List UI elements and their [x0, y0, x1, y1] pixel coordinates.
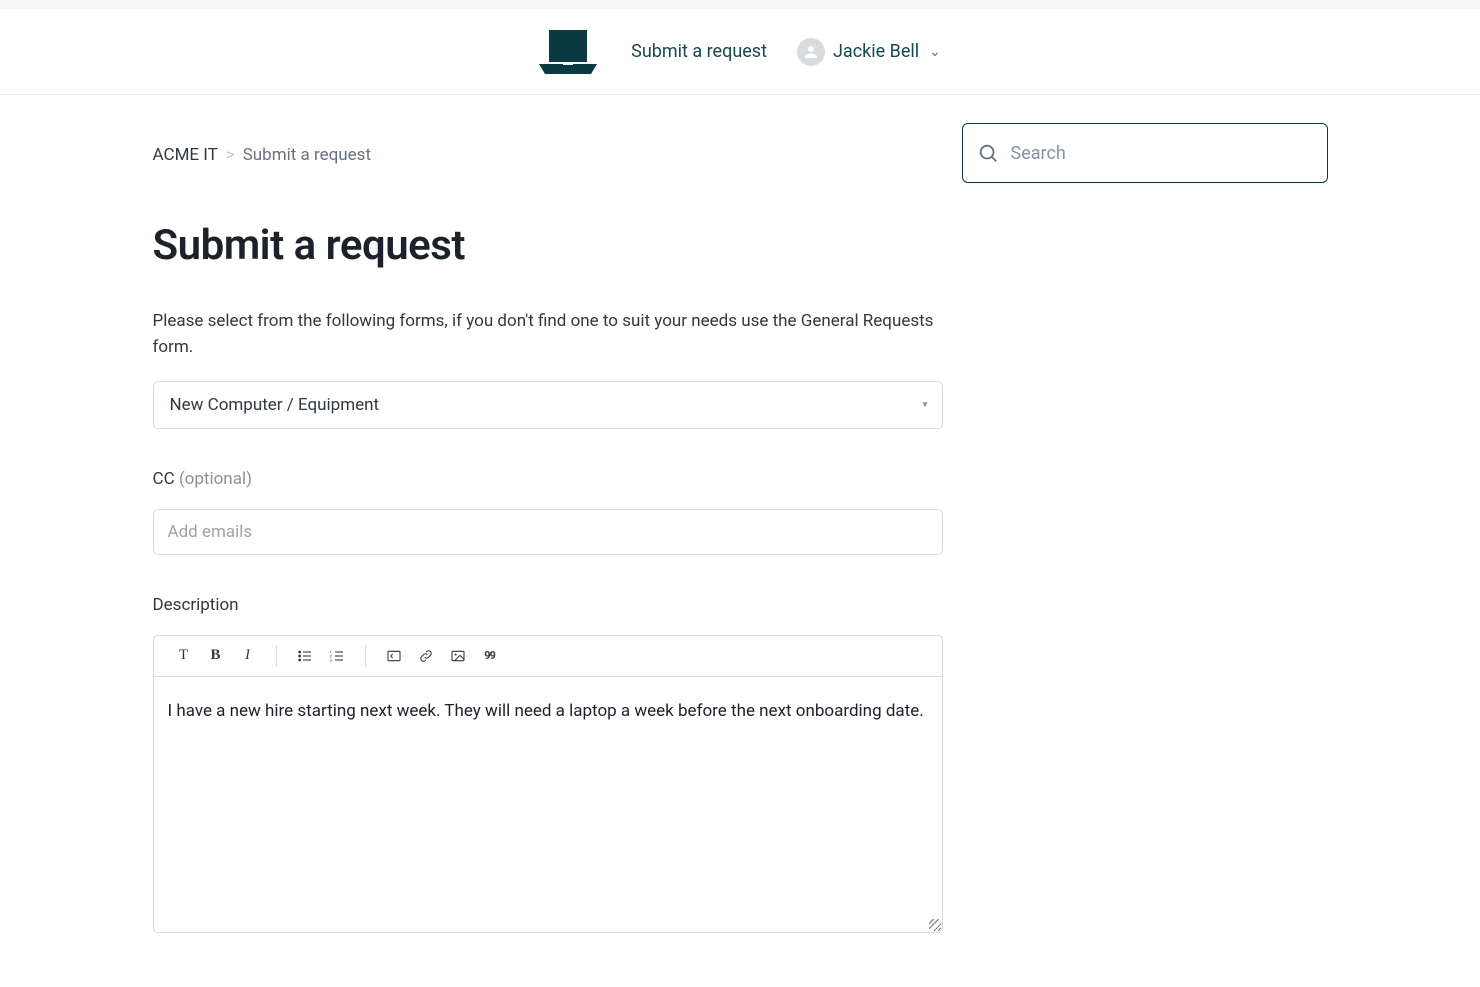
- user-menu[interactable]: Jackie Bell ⌄: [797, 38, 941, 66]
- person-icon: [802, 43, 820, 61]
- svg-text:3: 3: [329, 657, 331, 662]
- cc-optional-text: (optional): [179, 469, 252, 489]
- laptop-logo-icon: [539, 30, 597, 74]
- description-editor: T B I: [153, 635, 943, 933]
- sidebar: [962, 123, 1328, 183]
- form-type-selected-label: New Computer / Equipment: [170, 395, 380, 415]
- link-icon: [418, 648, 434, 664]
- cc-label: CC (optional): [153, 469, 934, 489]
- cc-input[interactable]: [153, 509, 943, 555]
- logo[interactable]: [539, 30, 597, 74]
- avatar: [797, 38, 825, 66]
- toolbar-divider: [365, 645, 366, 667]
- unordered-list-button[interactable]: [289, 641, 321, 671]
- description-label: Description: [153, 595, 934, 615]
- bold-button[interactable]: B: [200, 641, 232, 671]
- blockquote-button[interactable]: 99: [474, 641, 506, 671]
- chevron-down-icon: ⌄: [929, 44, 941, 60]
- breadcrumb-current: Submit a request: [243, 145, 371, 165]
- breadcrumb: ACME IT > Submit a request: [153, 145, 934, 165]
- search-icon: [977, 142, 999, 164]
- image-button[interactable]: [442, 641, 474, 671]
- quote-icon: 99: [484, 649, 495, 662]
- resize-handle[interactable]: [928, 918, 940, 930]
- image-icon: [450, 648, 466, 664]
- description-textarea[interactable]: I have a new hire starting next week. Th…: [154, 677, 942, 932]
- caret-down-icon: ▾: [922, 399, 927, 410]
- italic-button[interactable]: I: [232, 641, 264, 671]
- toolbar-divider: [276, 645, 277, 667]
- ordered-list-button[interactable]: 1 2 3: [321, 641, 353, 671]
- paragraph-format-button[interactable]: T: [168, 641, 200, 671]
- code-block-icon: [386, 648, 402, 664]
- search-input[interactable]: [1011, 143, 1313, 164]
- form-instruction: Please select from the following forms, …: [153, 308, 934, 361]
- cc-label-text: CC: [153, 469, 175, 489]
- nav-submit-request[interactable]: Submit a request: [631, 41, 767, 62]
- top-strip: [0, 0, 1480, 9]
- form-type-select[interactable]: New Computer / Equipment ▾: [153, 381, 943, 429]
- code-block-button[interactable]: [378, 641, 410, 671]
- numbered-list-icon: 1 2 3: [329, 648, 345, 664]
- site-header: Submit a request Jackie Bell ⌄: [0, 9, 1480, 95]
- main-column: ACME IT > Submit a request Submit a requ…: [153, 123, 934, 933]
- bullet-list-icon: [297, 648, 313, 664]
- page-title: Submit a request: [153, 221, 934, 270]
- breadcrumb-root[interactable]: ACME IT: [153, 145, 218, 165]
- editor-toolbar: T B I: [154, 636, 942, 677]
- link-button[interactable]: [410, 641, 442, 671]
- search-box[interactable]: [962, 123, 1328, 183]
- user-name-label: Jackie Bell: [833, 41, 919, 62]
- breadcrumb-separator: >: [226, 145, 235, 165]
